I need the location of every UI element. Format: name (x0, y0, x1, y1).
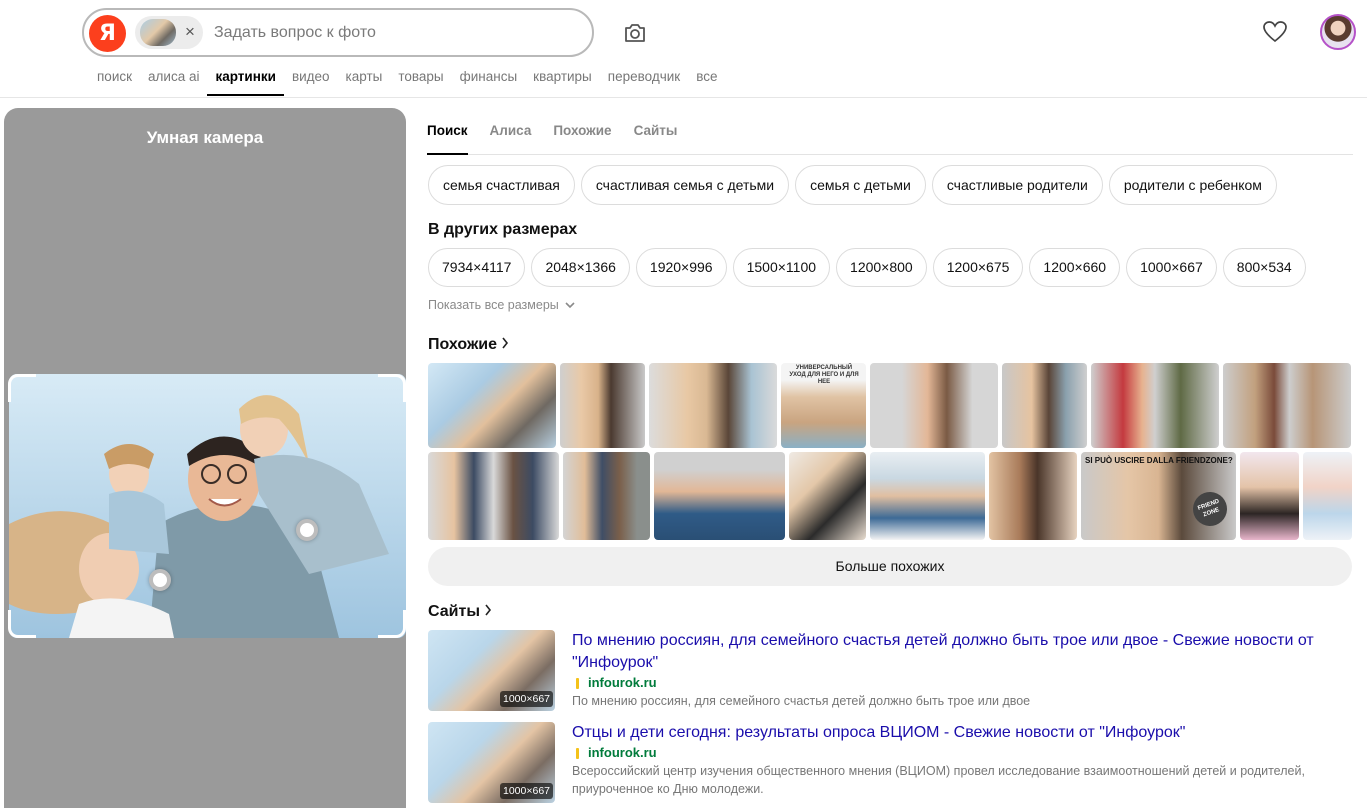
image-size-badge: 1000×667 (499, 691, 553, 707)
size-chip[interactable]: 2048×1366 (531, 248, 630, 287)
similar-image[interactable] (1303, 452, 1352, 540)
service-nav: поиск алиса ai картинки видео карты товары фин… (89, 68, 725, 96)
object-hotspot[interactable] (149, 569, 171, 591)
site-result-description: По мнению россиян, для семейного счастья… (572, 694, 1031, 708)
crop-handle-top-left[interactable] (8, 374, 36, 402)
site-result-thumbnail[interactable]: 1000×667 (428, 722, 555, 803)
camera-icon[interactable] (622, 20, 648, 46)
size-chip[interactable]: 1920×996 (635, 248, 727, 287)
suggestion-chip[interactable]: счастливые родители (931, 165, 1103, 205)
similar-image[interactable] (428, 452, 559, 540)
nav-item[interactable]: квартиры (525, 68, 600, 96)
results-panel: Поиск Алиса Похожие Сайты семья счастливая с… (417, 108, 1367, 808)
nav-item[interactable]: картинки (207, 68, 284, 96)
similar-image-friendzone[interactable]: SI PUÒ USCIRE DALLA FRIENDZONE? FRIEND Z… (1081, 452, 1236, 540)
nav-item[interactable]: все (688, 68, 725, 96)
similar-image[interactable] (563, 452, 650, 540)
size-chip[interactable]: 1200×800 (836, 248, 927, 287)
size-chip[interactable]: 7934×4117 (428, 248, 526, 287)
image-size-badge: 1000×667 (499, 783, 553, 799)
suggestion-chip[interactable]: родители с ребенком (1108, 165, 1277, 205)
nav-item[interactable]: финансы (452, 68, 526, 96)
similar-image[interactable] (560, 363, 645, 448)
heart-icon[interactable] (1262, 20, 1288, 44)
search-box[interactable]: Я × (82, 8, 594, 57)
header: Я × поискалиса aiкартинкивидеокартытовар… (0, 0, 1367, 98)
similar-image-ad[interactable]: УНИВЕРСАЛЬНЫЙ УХОД ДЛЯ НЕГО И ДЛЯ НЕЕ (781, 363, 866, 448)
result-tab[interactable]: Сайты (634, 122, 678, 155)
similar-image[interactable] (654, 452, 785, 540)
result-tab[interactable]: Поиск (427, 122, 468, 155)
site-result: 1000×667 Отцы и дети сегодня: результаты… (428, 722, 1352, 812)
sizes-section-title: В других размерах (428, 221, 578, 238)
size-chip[interactable]: 1200×660 (1029, 248, 1121, 287)
query-suggestions: семья счастливая счастливая семья с детьм… (428, 165, 1277, 205)
chevron-right-icon (485, 604, 492, 616)
query-image-chip[interactable]: × (135, 16, 203, 49)
similar-image[interactable] (1091, 363, 1219, 448)
similar-image[interactable] (1223, 363, 1351, 448)
nav-item[interactable]: алиса ai (140, 68, 207, 96)
suggestion-chip[interactable]: счастливая семья с детьми (580, 165, 790, 205)
site-result-description: Всероссийский центр изучения общественно… (572, 764, 1305, 796)
similar-section-title[interactable]: Похожие (428, 336, 509, 354)
yandex-logo[interactable]: Я (89, 15, 126, 52)
similar-image[interactable] (649, 363, 777, 448)
similar-image-caption: УНИВЕРСАЛЬНЫЙ УХОД ДЛЯ НЕГО И ДЛЯ НЕЕ (789, 365, 859, 385)
similar-title-label: Похожие (428, 336, 498, 353)
crop-handle-bottom-right[interactable] (378, 610, 406, 638)
size-chip[interactable]: 800×534 (1222, 248, 1306, 287)
site-result-title[interactable]: Отцы и дети сегодня: результаты опроса В… (572, 722, 1342, 744)
user-avatar[interactable] (1320, 14, 1356, 50)
site-result: 1000×667 По мнению россиян, для семейног… (428, 630, 1352, 720)
similar-image[interactable] (1240, 452, 1299, 540)
site-result-thumbnail[interactable]: 1000×667 (428, 630, 555, 711)
size-list: 7934×4117 2048×1366 1920×996 1500×1100 1200×… (428, 248, 1306, 287)
similar-image[interactable] (789, 452, 866, 540)
sites-title-label: Сайты (428, 603, 480, 620)
nav-item[interactable]: поиск (89, 68, 140, 96)
similar-image[interactable] (870, 363, 998, 448)
similar-image[interactable] (428, 363, 556, 448)
similar-image[interactable] (870, 452, 985, 540)
result-tabs: Поиск Алиса Похожие Сайты (427, 122, 1353, 155)
smart-camera-panel: Умная камера (4, 108, 406, 808)
similar-image-caption: SI PUÒ USCIRE DALLA FRIENDZONE? (1085, 456, 1233, 465)
nav-item[interactable]: переводчик (600, 68, 688, 96)
site-favicon-icon (576, 678, 579, 689)
crop-handle-bottom-left[interactable] (8, 610, 36, 638)
result-tab[interactable]: Похожие (553, 122, 611, 155)
suggestion-chip[interactable]: семья с детьми (795, 165, 926, 205)
result-tab[interactable]: Алиса (490, 122, 532, 155)
show-all-sizes-label: Показать все размеры (428, 298, 559, 312)
chevron-right-icon (502, 337, 509, 349)
nav-item[interactable]: карты (338, 68, 391, 96)
camera-panel-title: Умная камера (146, 128, 264, 147)
crop-handle-top-right[interactable] (378, 374, 406, 402)
chevron-down-icon (565, 302, 575, 309)
show-all-sizes-link[interactable]: Показать все размеры (428, 298, 575, 312)
family-photo-illustration (9, 374, 406, 638)
size-chip[interactable]: 1000×667 (1126, 248, 1217, 287)
search-input[interactable] (214, 20, 554, 46)
query-image-thumbnail (140, 19, 176, 46)
size-chip[interactable]: 1200×675 (932, 248, 1024, 287)
more-similar-button[interactable]: Больше похожих (428, 547, 1352, 586)
nav-item[interactable]: видео (284, 68, 338, 96)
site-result-title[interactable]: По мнению россиян, для семейного счастья… (572, 630, 1342, 674)
similar-image[interactable] (989, 452, 1077, 540)
similar-image[interactable] (1002, 363, 1087, 448)
size-chip[interactable]: 1500×1100 (732, 248, 831, 287)
suggestion-chip[interactable]: семья счастливая (428, 165, 575, 205)
site-result-domain[interactable]: infourok.ru (588, 675, 657, 690)
nav-item[interactable]: товары (390, 68, 451, 96)
close-icon[interactable]: × (181, 22, 199, 42)
object-hotspot[interactable] (296, 519, 318, 541)
query-photo (9, 374, 406, 638)
site-result-domain[interactable]: infourok.ru (588, 745, 657, 760)
similar-image-badge: FRIEND ZONE (1188, 487, 1232, 531)
site-favicon-icon (576, 748, 579, 759)
sites-section-title[interactable]: Сайты (428, 603, 492, 621)
